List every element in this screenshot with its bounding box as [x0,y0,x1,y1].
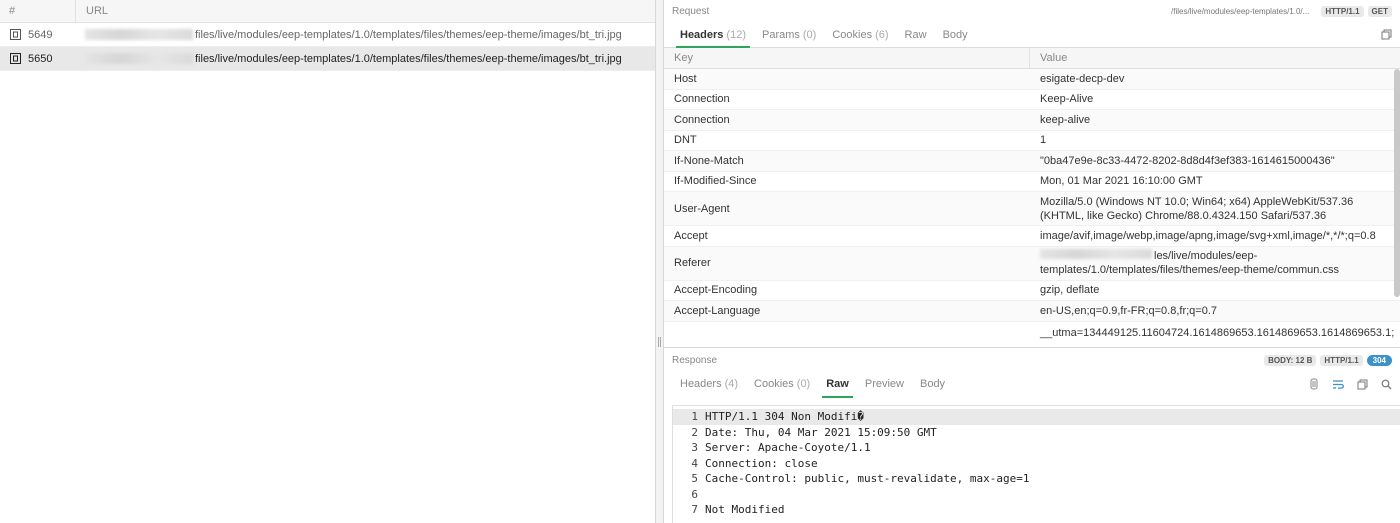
search-icon[interactable] [1380,378,1392,390]
splitter-grip[interactable] [658,337,661,347]
request-title: Request [672,5,710,17]
inspector-pane: Request /files/live/modules/eep-template… [664,0,1400,523]
protocol-badge: HTTP/1.1 [1321,5,1364,17]
vertical-scrollbar[interactable] [1394,69,1400,297]
raw-response-editor[interactable]: 1 HTTP/1.1 304 Non Modifi� 2 Date: Thu, 04… [672,405,1400,523]
request-url: files/live/modules/eep-templates/1.0/tem… [195,28,622,41]
table-row[interactable]: If-None-Match "0ba47e9e-8c33-4472-8202-8d… [664,151,1400,172]
tab-preview[interactable]: Preview [857,371,912,397]
tab-headers[interactable]: Headers (4) [672,371,746,397]
code-line: 2 Date: Thu, 04 Mar 2021 15:09:50 GMT [691,425,937,439]
table-row[interactable]: User-Agent Mozilla/5.0 (Windows NT 10.0; … [664,192,1400,226]
table-row[interactable]: Connection Keep-Alive [664,90,1400,110]
page-icon [9,28,22,41]
table-row[interactable]: If-Modified-Since Mon, 01 Mar 2021 16:10:… [664,172,1400,192]
code-line: 4 Connection: close [691,456,818,470]
table-row[interactable]: Accept-Encoding gzip, deflate [664,281,1400,301]
list-item-selected[interactable]: 5650 files/live/modules/eep-templates/1.… [0,47,655,71]
table-row[interactable]: Accept image/avif,image/webp,image/apng,i… [664,226,1400,247]
column-header-url[interactable]: URL [76,5,108,17]
copy-icon[interactable] [1380,29,1392,41]
response-title: Response [672,354,718,366]
list-item[interactable]: 5649 files/live/modules/eep-templates/1.… [0,23,655,47]
code-line: 3 Server: Apache-Coyote/1.1 [691,441,871,455]
tab-params[interactable]: Params (0) [754,22,824,47]
wrap-icon[interactable] [1332,378,1344,390]
blurred-host [85,53,193,64]
list-header: # URL [0,0,655,23]
format-icon[interactable] [1308,378,1320,390]
headers-table: Key Value Host esigate-decp-dev Connectio… [664,48,1400,348]
protocol-badge: HTTP/1.1 [1320,354,1363,366]
response-tabs: Headers (4) Cookies (0) Raw Preview Body [664,371,1400,398]
request-id: 5649 [28,28,53,41]
code-line: 1 HTTP/1.1 304 Non Modifi� [673,409,1400,425]
copy-icon[interactable] [1356,378,1368,390]
code-line: 6 [691,487,698,501]
table-header: Key Value [664,48,1400,69]
response-header: Response BODY: 12 B HTTP/1.1 304 [664,349,1400,371]
request-header: Request /files/live/modules/eep-template… [664,0,1400,22]
status-badge: 304 [1366,354,1392,366]
column-header-key[interactable]: Key [664,48,1030,68]
method-badge: GET [1367,5,1392,17]
request-tabs: Headers (12) Params (0) Cookies (6) Raw Bod… [664,22,1400,48]
tab-cookies[interactable]: Cookies (6) [824,22,896,47]
table-row[interactable]: Host esigate-decp-dev [664,69,1400,90]
blurred-host [85,29,193,40]
code-line: 7 Not Modified [691,503,785,517]
pane-splitter[interactable] [656,0,664,523]
tab-raw[interactable]: Raw [897,22,935,47]
table-row[interactable]: __utma=134449125.11604724.1614869653.161… [664,322,1400,348]
code-line: 5 Cache-Control: public, must-revalidate,… [691,472,1030,486]
body-size-badge: BODY: 12 B [1264,354,1317,366]
table-row[interactable]: Referer les/live/modules/eep-templates/1.… [664,246,1400,281]
table-row[interactable]: Connection keep-alive [664,110,1400,131]
request-url: files/live/modules/eep-templates/1.0/tem… [195,52,622,65]
page-icon [9,52,22,65]
request-list: # URL 5649 files/live/modules/eep-templa… [0,0,656,523]
column-header-value[interactable]: Value [1030,52,1067,64]
tab-body[interactable]: Body [935,22,976,47]
tab-cookies[interactable]: Cookies (0) [746,371,818,397]
tab-headers[interactable]: Headers (12) [672,22,754,48]
table-row[interactable]: DNT 1 [664,131,1400,151]
tab-body[interactable]: Body [912,371,953,397]
table-row[interactable]: Accept-Language en-US,en;q=0.9,fr-FR;q=0.… [664,301,1400,322]
blurred-host [1040,249,1152,259]
column-header-number[interactable]: # [0,0,76,22]
response-section: Response BODY: 12 B HTTP/1.1 304 Headers… [664,349,1400,523]
request-url-truncated: /files/live/modules/eep-templates/1.0/..… [1171,6,1310,16]
tab-raw[interactable]: Raw [818,371,857,398]
request-id: 5650 [28,52,53,65]
